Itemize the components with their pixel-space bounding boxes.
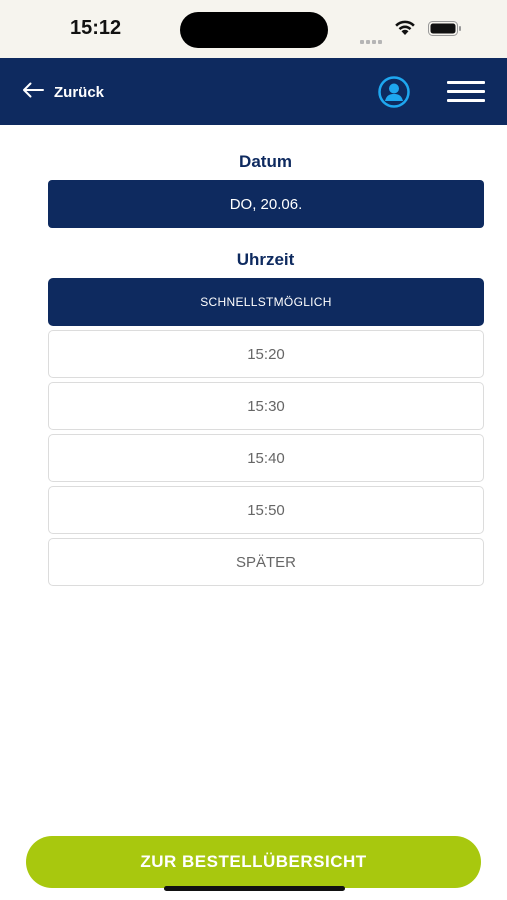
user-circle-icon	[378, 76, 410, 112]
profile-button[interactable]	[378, 76, 410, 108]
time-section-label: Uhrzeit	[236, 250, 295, 269]
dynamic-island	[180, 12, 328, 48]
wifi-icon	[393, 18, 417, 36]
date-section-label: Datum	[239, 152, 292, 171]
status-bar: 15:12	[0, 0, 507, 58]
time-option-later[interactable]: SPÄTER	[48, 538, 484, 586]
home-indicator	[164, 886, 345, 891]
time-option-1550[interactable]: 15:50	[48, 486, 484, 534]
time-option-1530[interactable]: 15:30	[48, 382, 484, 430]
order-overview-button[interactable]: ZUR BESTELLÜBERSICHT	[26, 836, 481, 888]
status-time: 15:12	[70, 17, 122, 39]
back-button[interactable]: Zurück	[22, 80, 104, 104]
time-option-1540[interactable]: 15:40	[48, 434, 484, 482]
hamburger-menu-icon[interactable]	[447, 81, 487, 103]
cellular-signal-icon	[360, 31, 386, 44]
back-label: Zurück	[54, 83, 105, 101]
time-option-1520[interactable]: 15:20	[48, 330, 484, 378]
arrow-left-icon	[22, 82, 44, 103]
app-header: Zurück	[0, 58, 507, 125]
time-option-asap[interactable]: SCHNELLSTMÖGLICH	[48, 278, 484, 326]
date-selector-button[interactable]: DO, 20.06.	[48, 180, 484, 228]
battery-icon	[428, 21, 462, 36]
